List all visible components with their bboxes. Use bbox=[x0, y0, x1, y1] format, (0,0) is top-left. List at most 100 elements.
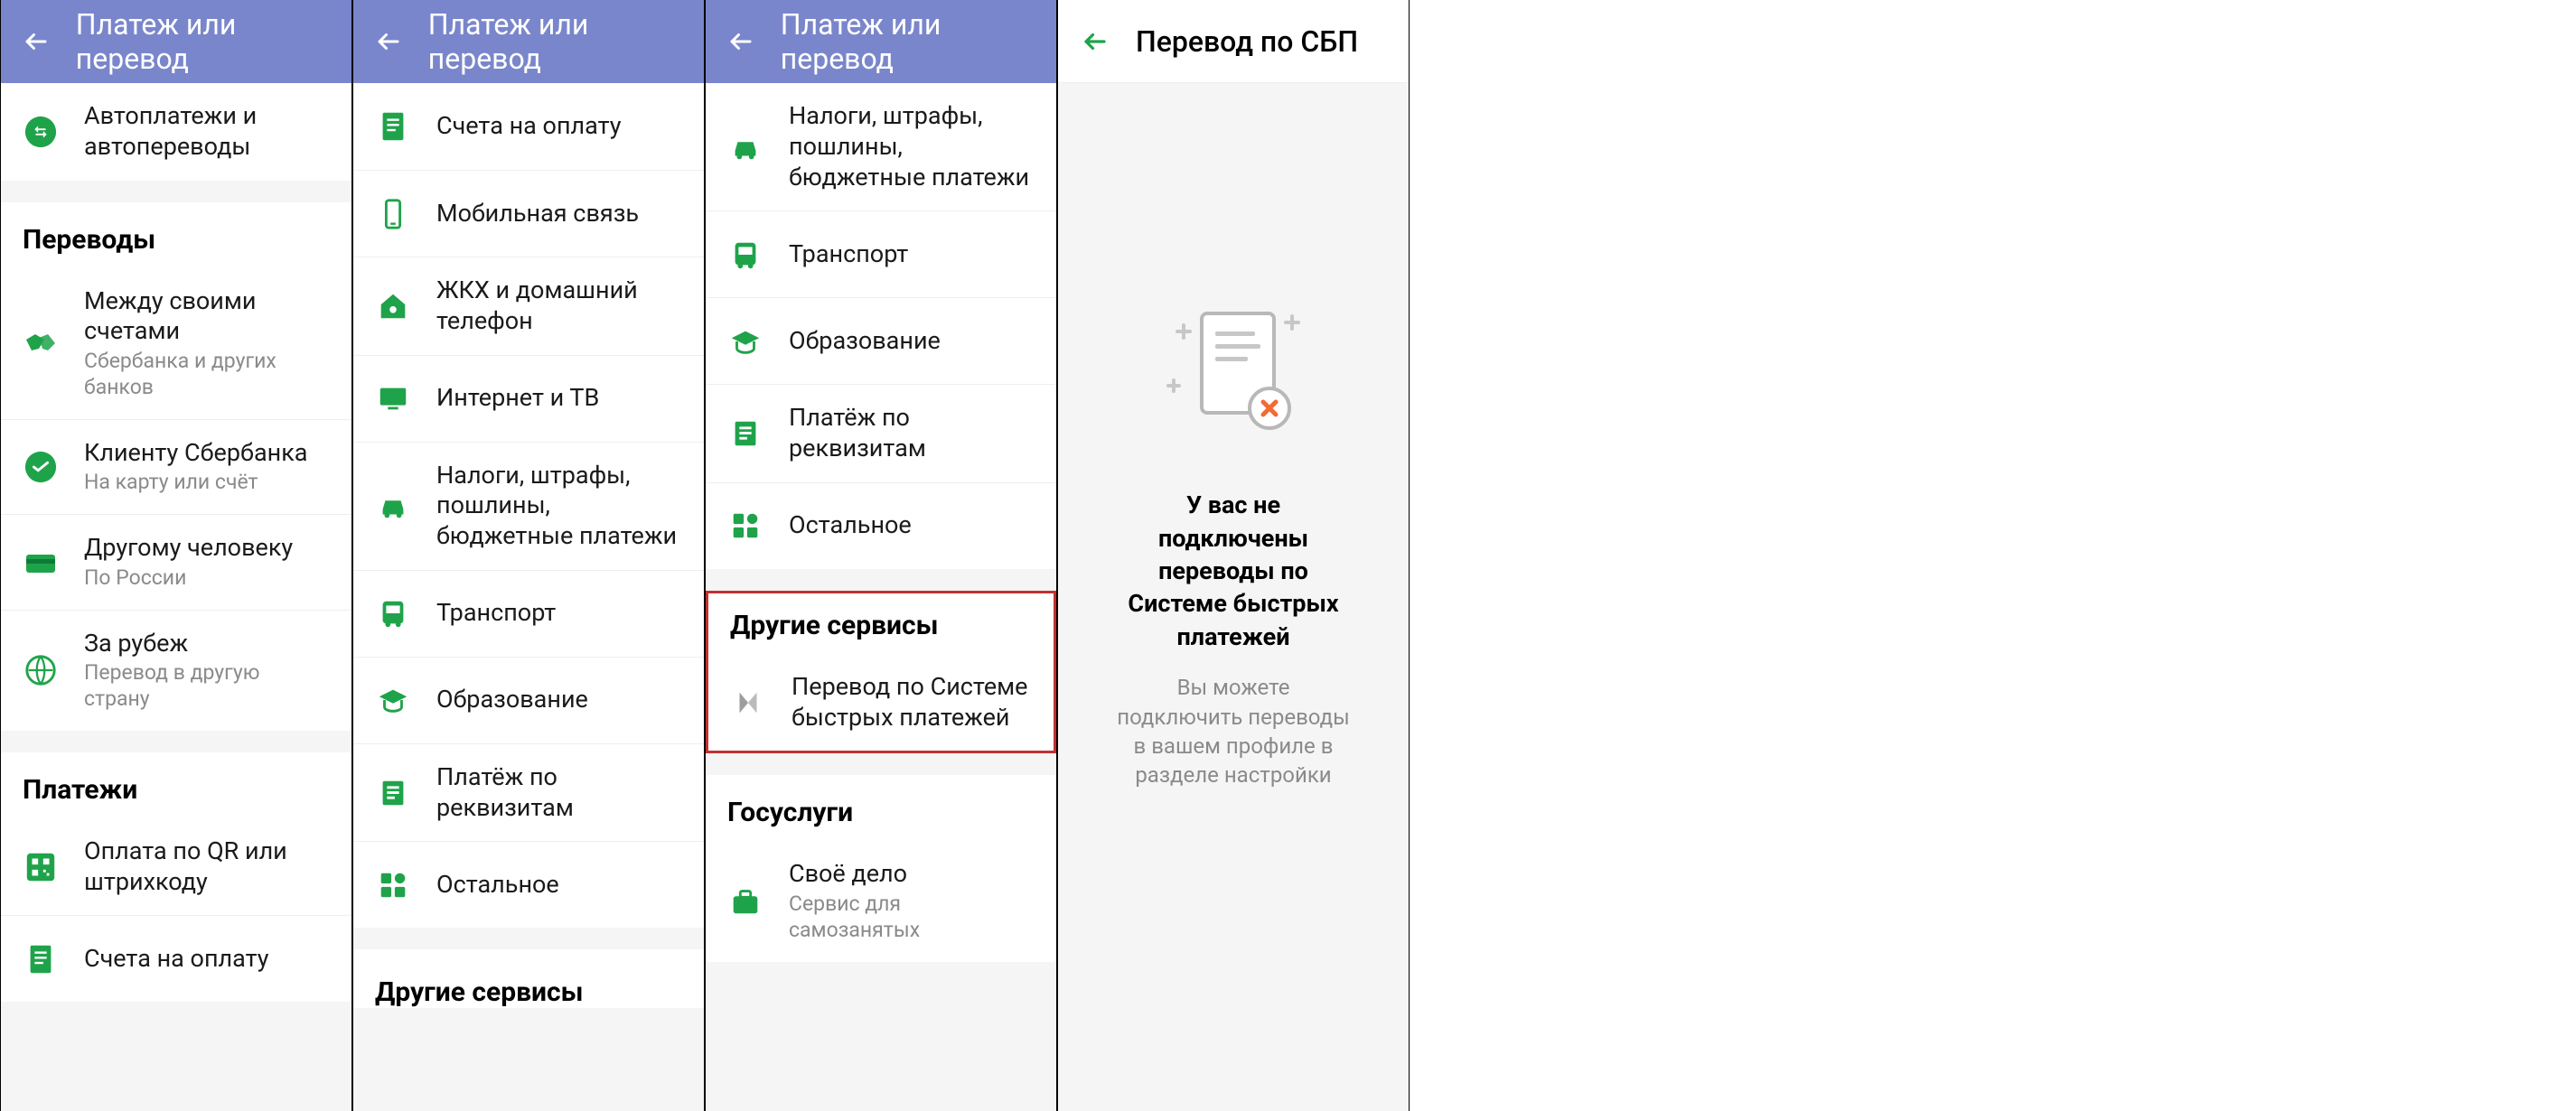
item-bills[interactable]: Счета на оплату bbox=[1, 915, 351, 1002]
item-self-employed[interactable]: Своё дело Сервис для самозанятых bbox=[706, 841, 1056, 961]
item-label: Налоги, штрафы, пошлины, бюджетные плате… bbox=[436, 461, 682, 552]
bus-icon bbox=[727, 237, 763, 273]
item-label: Образование bbox=[436, 685, 588, 715]
item-label: За рубеж bbox=[84, 629, 330, 659]
item-label: Образование bbox=[789, 326, 941, 357]
bus-icon bbox=[375, 595, 411, 631]
item-label: ЖКХ и домашний телефон bbox=[436, 275, 682, 337]
sbp-icon bbox=[730, 685, 766, 721]
item-label: Перевод по Системе быстрых платежей bbox=[792, 672, 1032, 733]
item-label: Платёж по реквизитам bbox=[436, 762, 682, 824]
item-label: Счета на оплату bbox=[436, 111, 622, 142]
education-icon bbox=[727, 323, 763, 359]
item-autopay[interactable]: Автоплатежи и автопереводы bbox=[1, 83, 351, 181]
item-sbp[interactable]: Перевод по Системе быстрых платежей bbox=[708, 654, 1054, 752]
item-sub: На карту или счёт bbox=[84, 470, 308, 496]
appbar-title: Платеж или перевод bbox=[76, 7, 330, 76]
divider bbox=[706, 569, 1056, 591]
item-label: Налоги, штрафы, пошлины, бюджетные плате… bbox=[789, 101, 1035, 192]
item-label: Между своими счетами bbox=[84, 286, 330, 348]
appbar: Платеж или перевод bbox=[1, 0, 351, 83]
item-transport[interactable]: Транспорт bbox=[353, 570, 704, 657]
divider bbox=[1, 731, 351, 752]
document-error-icon bbox=[1147, 295, 1319, 453]
back-button[interactable] bbox=[727, 26, 755, 57]
monitor-icon bbox=[375, 380, 411, 416]
item-label: Остальное bbox=[436, 870, 559, 901]
item-label: Клиенту Сбербанка bbox=[84, 438, 308, 469]
item-education[interactable]: Образование bbox=[353, 657, 704, 743]
section-transfers: Переводы bbox=[1, 202, 351, 268]
item-label: Мобильная связь bbox=[436, 199, 639, 229]
handshake-icon bbox=[23, 325, 59, 361]
item-education[interactable]: Образование bbox=[706, 297, 1056, 384]
item-taxes[interactable]: Налоги, штрафы, пошлины, бюджетные плате… bbox=[353, 442, 704, 570]
item-label: Интернет и ТВ bbox=[436, 383, 599, 414]
bill-icon bbox=[375, 108, 411, 145]
arrow-left-icon bbox=[727, 28, 754, 55]
item-between-accounts[interactable]: Между своими счетами Сбербанка и других … bbox=[1, 268, 351, 419]
sber-icon bbox=[23, 449, 59, 485]
bill-icon bbox=[23, 941, 59, 977]
item-sub: По России bbox=[84, 565, 293, 592]
item-label: Своё дело bbox=[789, 859, 1035, 890]
briefcase-icon bbox=[727, 883, 763, 920]
appbar-title: Платеж или перевод bbox=[781, 7, 1035, 76]
back-button[interactable] bbox=[375, 26, 403, 57]
appbar: Платеж или перевод bbox=[706, 0, 1056, 83]
appbar-title: Перевод по СБП bbox=[1136, 24, 1358, 59]
highlighted-section: Другие сервисы Перевод по Системе быстры… bbox=[706, 591, 1056, 754]
globe-icon bbox=[23, 652, 59, 688]
item-sber-client[interactable]: Клиенту Сбербанка На карту или счёт bbox=[1, 419, 351, 515]
car-icon bbox=[375, 488, 411, 524]
arrow-left-icon bbox=[375, 28, 402, 55]
section-gosuslugi: Госуслуги bbox=[706, 775, 1056, 841]
divider bbox=[1, 181, 351, 202]
panel-3: Платеж или перевод Налоги, штрафы, пошли… bbox=[705, 0, 1057, 1111]
item-requisites[interactable]: Платёж по реквизитам bbox=[353, 743, 704, 842]
divider bbox=[706, 753, 1056, 775]
empty-state: У вас не подключены переводы по Системе … bbox=[1058, 83, 1409, 1111]
document-icon bbox=[727, 415, 763, 452]
panel-1: Платеж или перевод Автоплатежи и автопер… bbox=[0, 0, 352, 1111]
item-sub: Сбербанка и других банков bbox=[84, 349, 330, 401]
section-other-services: Другие сервисы bbox=[708, 593, 1054, 654]
item-internet[interactable]: Интернет и ТВ bbox=[353, 355, 704, 442]
item-qr[interactable]: Оплата по QR или штрихкоду bbox=[1, 818, 351, 916]
item-other[interactable]: Остальное bbox=[706, 482, 1056, 569]
item-label: Автоплатежи и автопереводы bbox=[84, 101, 330, 163]
item-mobile[interactable]: Мобильная связь bbox=[353, 170, 704, 257]
card-icon bbox=[23, 544, 59, 580]
item-sub: Перевод в другую страну bbox=[84, 660, 330, 713]
divider bbox=[353, 928, 704, 949]
autopay-icon bbox=[23, 114, 59, 150]
item-taxes[interactable]: Налоги, штрафы, пошлины, бюджетные плате… bbox=[706, 83, 1056, 210]
item-label: Остальное bbox=[789, 510, 912, 541]
phone-icon bbox=[375, 196, 411, 232]
empty-subtitle: Вы можете подключить переводы в вашем пр… bbox=[1112, 673, 1354, 790]
section-other-services: Другие сервисы bbox=[353, 949, 704, 1008]
appbar-title: Платеж или перевод bbox=[428, 7, 682, 76]
item-abroad[interactable]: За рубеж Перевод в другую страну bbox=[1, 610, 351, 731]
item-label: Транспорт bbox=[436, 598, 556, 629]
item-other-person[interactable]: Другому человеку По России bbox=[1, 514, 351, 610]
item-label: Платёж по реквизитам bbox=[789, 403, 1035, 464]
grid-icon bbox=[375, 867, 411, 903]
item-other[interactable]: Остальное bbox=[353, 841, 704, 928]
panel-4: Перевод по СБП У вас не подключены перев… bbox=[1057, 0, 1410, 1111]
car-icon bbox=[727, 129, 763, 165]
item-label: Транспорт bbox=[789, 239, 908, 270]
item-utilities[interactable]: ЖКХ и домашний телефон bbox=[353, 257, 704, 355]
empty-title: У вас не подключены переводы по Системе … bbox=[1112, 489, 1354, 653]
item-label: Оплата по QR или штрихкоду bbox=[84, 836, 330, 898]
appbar: Перевод по СБП bbox=[1058, 0, 1409, 83]
back-button[interactable] bbox=[23, 26, 51, 57]
item-requisites[interactable]: Платёж по реквизитам bbox=[706, 384, 1056, 482]
back-button[interactable] bbox=[1080, 26, 1110, 57]
item-bills[interactable]: Счета на оплату bbox=[353, 83, 704, 170]
qr-icon bbox=[23, 849, 59, 885]
house-icon bbox=[375, 288, 411, 324]
item-transport[interactable]: Транспорт bbox=[706, 210, 1056, 297]
item-label: Счета на оплату bbox=[84, 944, 269, 975]
grid-icon bbox=[727, 508, 763, 544]
